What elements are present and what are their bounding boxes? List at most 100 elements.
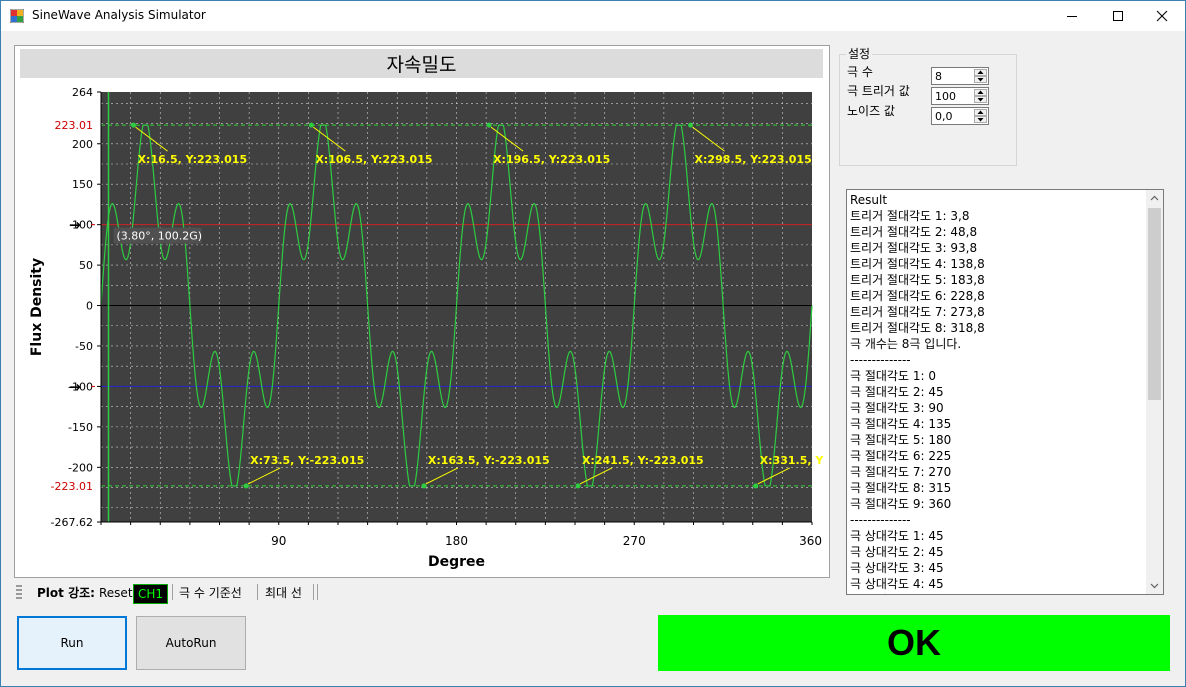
maximize-button[interactable]	[1095, 1, 1141, 31]
spin-down-icon[interactable]	[974, 116, 987, 123]
result-line: --------------	[850, 353, 911, 367]
spin-up-icon[interactable]	[974, 89, 987, 96]
result-line: 극 절대각도 4: 135	[850, 417, 952, 431]
crosshair-label: (3.80°, 100.2G)	[117, 230, 203, 243]
result-line: 극 절대각도 2: 45	[850, 385, 944, 399]
run-button[interactable]: Run	[17, 616, 127, 670]
y-tick-label: 200	[72, 138, 93, 151]
trigger-marker-arrow: →	[69, 218, 81, 234]
peak-label: X:196.5, Y:223.015	[493, 153, 610, 166]
noise-value-stepper[interactable]	[931, 107, 989, 125]
toolbar-separator	[317, 584, 318, 600]
peak-label: X:106.5, Y:223.015	[315, 153, 432, 166]
toolbar-separator	[257, 584, 258, 600]
pole-count-input[interactable]	[933, 68, 977, 84]
pole-count-label: 극 수	[847, 65, 873, 79]
noise-value-label: 노이즈 값	[847, 104, 895, 118]
trigger-value-label: 극 트리거 값	[847, 84, 910, 98]
pole-baseline-button[interactable]: 극 수 기준선	[179, 584, 242, 602]
minimize-icon	[1067, 16, 1077, 17]
window-title: SineWave Analysis Simulator	[32, 8, 206, 22]
result-lines: Result 트리거 절대각도 1: 3,8 트리거 절대각도 2: 48,8 트리거…	[850, 192, 1145, 594]
peak-label: X:16.5, Y:223.015	[138, 153, 248, 166]
peak-label: X:331.5, Y	[760, 454, 825, 467]
spin-down-icon[interactable]	[974, 76, 987, 83]
scroll-down-icon[interactable]	[1146, 577, 1163, 594]
y-tick-label: 50	[79, 259, 93, 272]
result-line: Result	[850, 193, 888, 207]
negative-trigger-marker-arrow: →	[69, 379, 81, 395]
y-tick-label: 264	[72, 86, 93, 99]
noise-value-input[interactable]	[933, 108, 977, 124]
result-line: 트리거 절대각도 6: 228,8	[850, 289, 985, 303]
result-line: 극 상대각도 2: 45	[850, 545, 944, 559]
result-scrollbar[interactable]	[1146, 190, 1163, 594]
crosshair-readout: (3.80°, 100.2G)	[113, 227, 203, 244]
result-line: 트리거 절대각도 5: 183,8	[850, 273, 985, 287]
result-line: 극 상대각도 5: 45	[850, 592, 1145, 594]
toolbar-separator	[172, 584, 173, 600]
flux-density-chart[interactable]: X:16.5, Y:223.015 X:106.5, Y:223.015 X:196…	[15, 46, 829, 577]
result-line: 트리거 절대각도 4: 138,8	[850, 257, 985, 271]
pole-count-stepper[interactable]	[931, 67, 989, 85]
result-line: 극 절대각도 9: 360	[850, 497, 952, 511]
autorun-button[interactable]: AutoRun	[136, 616, 246, 670]
y-tick-label: -50	[75, 340, 93, 353]
result-line: 트리거 절대각도 7: 273,8	[850, 305, 985, 319]
peak-point	[131, 122, 137, 128]
ch1-button[interactable]: CH1	[133, 584, 169, 604]
spin-down-icon[interactable]	[974, 96, 987, 103]
peak-label: X:73.5, Y:-223.015	[250, 454, 364, 467]
plot-panel: 자속밀도 X:16.5, Y:223.015 X:106.5, Y:223.015…	[14, 45, 830, 578]
y-axis-label: Flux Density	[29, 258, 45, 356]
max-line-button[interactable]: 최대 선	[265, 584, 302, 602]
peak-point	[753, 483, 759, 489]
reset-button[interactable]: Reset	[99, 584, 133, 602]
minimize-button[interactable]	[1049, 1, 1095, 31]
peak-point	[243, 483, 249, 489]
result-line: 트리거 절대각도 2: 48,8	[850, 225, 978, 239]
scroll-up-icon[interactable]	[1146, 190, 1163, 207]
result-line: 트리거 절대각도 3: 93,8	[850, 241, 978, 255]
result-line: 극 절대각도 8: 315	[850, 481, 952, 495]
scroll-thumb[interactable]	[1148, 208, 1161, 400]
x-tick-label: 90	[271, 534, 286, 548]
spin-up-icon[interactable]	[974, 69, 987, 76]
toolbar-separator	[313, 584, 314, 600]
toolbar-label: Plot 강조:	[37, 586, 95, 600]
app-window: SineWave Analysis Simulator 자속밀도 X:16.5,…	[0, 0, 1186, 687]
result-line: 극 상대각도 3: 45	[850, 561, 944, 575]
y-tick-label: 0	[86, 300, 93, 313]
spin-up-icon[interactable]	[974, 109, 987, 116]
result-line: 극 절대각도 5: 180	[850, 433, 952, 447]
x-tick-label: 180	[445, 534, 468, 548]
trigger-value-stepper[interactable]	[931, 87, 989, 105]
y-tick-label: -200	[68, 461, 93, 474]
result-textbox[interactable]: Result 트리거 절대각도 1: 3,8 트리거 절대각도 2: 48,8 트리거…	[846, 189, 1164, 595]
y-tick-label: -150	[68, 421, 93, 434]
maximize-icon	[1113, 11, 1123, 21]
y-tick-label: -267.62	[51, 516, 93, 529]
result-line: 트리거 절대각도 8: 318,8	[850, 321, 985, 335]
status-indicator: OK	[658, 615, 1170, 671]
y-marker-label: 223.01	[55, 119, 94, 132]
trigger-value-input[interactable]	[933, 88, 977, 104]
result-line: 극 개수는 8극 입니다.	[850, 337, 962, 351]
toolbar-grip-icon	[16, 585, 22, 599]
peak-point	[421, 483, 427, 489]
app-icon	[10, 9, 24, 23]
peak-label: X:163.5, Y:-223.015	[428, 454, 550, 467]
close-button[interactable]	[1139, 1, 1185, 31]
result-line: 극 절대각도 7: 270	[850, 465, 952, 479]
result-line: 극 상대각도 1: 45	[850, 529, 944, 543]
result-line: 트리거 절대각도 1: 3,8	[850, 209, 970, 223]
settings-group-label: 설정	[846, 45, 873, 62]
result-line: 극 절대각도 3: 90	[850, 401, 944, 415]
peak-point	[575, 483, 581, 489]
peak-point	[486, 122, 492, 128]
x-tick-label: 270	[623, 534, 646, 548]
peak-label: X:298.5, Y:223.015	[695, 153, 812, 166]
x-tick-label: 360	[799, 534, 822, 548]
peak-label: X:241.5, Y:-223.015	[582, 454, 704, 467]
plot-highlight-toolbar: Plot 강조: Reset CH1 극 수 기준선 최대 선	[14, 581, 830, 604]
